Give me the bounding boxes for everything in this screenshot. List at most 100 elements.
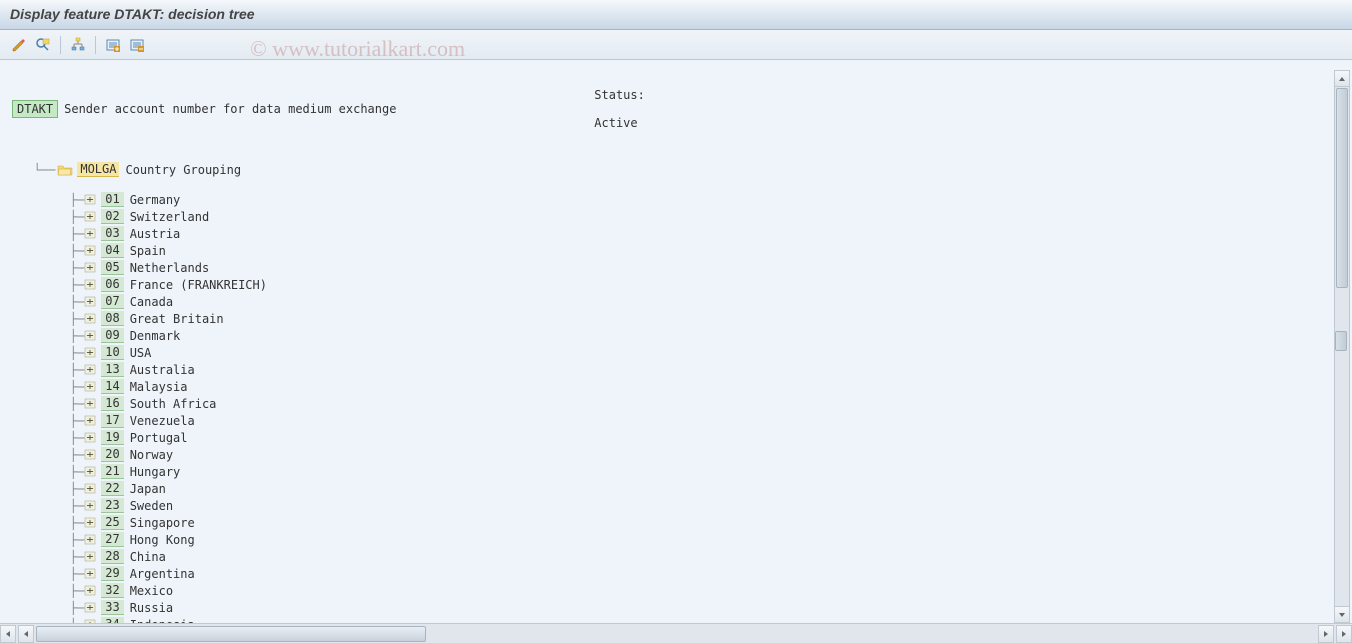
country-name: Portugal	[130, 431, 188, 445]
country-code: 05	[101, 260, 123, 275]
tree-connector: ├─	[12, 448, 84, 462]
country-node[interactable]: ├─20Norway	[8, 446, 1334, 463]
country-node[interactable]: ├─13Australia	[8, 361, 1334, 378]
pencil-glasses-icon	[11, 37, 27, 53]
detail-view-button[interactable]	[32, 34, 54, 56]
tree-connector: ├─	[12, 261, 84, 275]
country-name: Austria	[130, 227, 181, 241]
country-node[interactable]: ├─27Hong Kong	[8, 531, 1334, 548]
country-node[interactable]: ├─17Venezuela	[8, 412, 1334, 429]
expand-icon[interactable]	[84, 262, 98, 274]
country-code: 07	[101, 294, 123, 309]
scroll-right-button[interactable]	[1318, 625, 1334, 643]
tree-connector: ├─	[12, 244, 84, 258]
scroll-left-button[interactable]	[0, 625, 16, 643]
hierarchy-button[interactable]	[67, 34, 89, 56]
expand-subtree-icon	[105, 37, 121, 53]
expand-subtree-button[interactable]	[102, 34, 124, 56]
country-name: Singapore	[130, 516, 195, 530]
country-node[interactable]: ├─10USA	[8, 344, 1334, 361]
country-code: 10	[101, 345, 123, 360]
scroll-thumb-vertical[interactable]	[1336, 88, 1348, 288]
country-node[interactable]: ├─06France (FRANKREICH)	[8, 276, 1334, 293]
country-code: 09	[101, 328, 123, 343]
country-node[interactable]: ├─32Mexico	[8, 582, 1334, 599]
expand-icon[interactable]	[84, 313, 98, 325]
tree-root[interactable]: DTAKT Sender account number for data med…	[8, 70, 1334, 148]
country-name: China	[130, 550, 166, 564]
horizontal-scrollbar[interactable]	[0, 623, 1352, 643]
content-area: DTAKT Sender account number for data med…	[0, 60, 1352, 623]
country-node[interactable]: ├─29Argentina	[8, 565, 1334, 582]
expand-icon[interactable]	[84, 585, 98, 597]
expand-icon[interactable]	[84, 279, 98, 291]
expand-icon[interactable]	[84, 449, 98, 461]
toggle-edit-button[interactable]	[8, 34, 30, 56]
expand-icon[interactable]	[84, 398, 98, 410]
country-node[interactable]: ├─33Russia	[8, 599, 1334, 616]
scroll-thumb-horizontal[interactable]	[36, 626, 426, 642]
country-node[interactable]: ├─09Denmark	[8, 327, 1334, 344]
scroll-grip[interactable]	[1335, 331, 1347, 351]
expand-icon[interactable]	[84, 211, 98, 223]
expand-icon[interactable]	[84, 228, 98, 240]
status: Status: Active	[536, 74, 644, 144]
toolbar	[0, 30, 1352, 60]
country-name: Russia	[130, 601, 173, 615]
tree-connector: ├─	[12, 414, 84, 428]
scroll-down-button[interactable]	[1335, 606, 1349, 622]
country-node[interactable]: ├─28China	[8, 548, 1334, 565]
country-node[interactable]: ├─22Japan	[8, 480, 1334, 497]
country-code: 28	[101, 549, 123, 564]
country-node[interactable]: ├─01Germany	[8, 191, 1334, 208]
country-node[interactable]: ├─03Austria	[8, 225, 1334, 242]
country-node[interactable]: ├─ 05 Netherlands	[8, 259, 1334, 276]
decision-tree-panel: DTAKT Sender account number for data med…	[8, 70, 1334, 623]
country-node[interactable]: ├─14Malaysia	[8, 378, 1334, 395]
country-node[interactable]: ├─07Canada	[8, 293, 1334, 310]
country-node[interactable]: ├─02Switzerland	[8, 208, 1334, 225]
expand-icon[interactable]	[84, 415, 98, 427]
country-name: Hong Kong	[130, 533, 195, 547]
country-node[interactable]: ├─34Indonesia	[8, 616, 1334, 623]
expand-icon[interactable]	[84, 483, 98, 495]
expand-icon[interactable]	[84, 500, 98, 512]
country-name: Netherlands	[130, 261, 209, 275]
scroll-up-button[interactable]	[1335, 71, 1349, 87]
country-node[interactable]: ├─16South Africa	[8, 395, 1334, 412]
scroll-track-horizontal[interactable]	[34, 625, 1318, 643]
scroll-right-button-2[interactable]	[1336, 625, 1352, 643]
country-node[interactable]: ├─25Singapore	[8, 514, 1334, 531]
expand-icon[interactable]	[84, 551, 98, 563]
country-node[interactable]: ├─08Great Britain	[8, 310, 1334, 327]
expand-icon[interactable]	[84, 364, 98, 376]
expand-icon[interactable]	[84, 347, 98, 359]
expand-icon[interactable]	[84, 330, 98, 342]
group-code: MOLGA	[77, 162, 119, 177]
expand-icon[interactable]	[84, 568, 98, 580]
expand-icon[interactable]	[84, 602, 98, 614]
country-node[interactable]: ├─04Spain	[8, 242, 1334, 259]
expand-icon[interactable]	[84, 296, 98, 308]
chevron-right-icon	[1322, 630, 1330, 638]
tree-connector: ├─	[12, 516, 84, 530]
expand-icon[interactable]	[84, 517, 98, 529]
country-code: 23	[101, 498, 123, 513]
expand-icon[interactable]	[84, 432, 98, 444]
collapse-subtree-button[interactable]	[126, 34, 148, 56]
expand-icon[interactable]	[84, 466, 98, 478]
vertical-scrollbar[interactable]	[1334, 70, 1350, 623]
country-name: France (FRANKREICH)	[130, 278, 267, 292]
country-name: Malaysia	[130, 380, 188, 394]
expand-icon[interactable]	[84, 534, 98, 546]
scroll-left-button-2[interactable]	[18, 625, 34, 643]
country-node[interactable]: ├─23Sweden	[8, 497, 1334, 514]
expand-icon[interactable]	[84, 381, 98, 393]
country-name: Norway	[130, 448, 173, 462]
country-code: 16	[101, 396, 123, 411]
expand-icon[interactable]	[84, 194, 98, 206]
country-node[interactable]: ├─19Portugal	[8, 429, 1334, 446]
group-node[interactable]: └── MOLGA Country Grouping	[8, 160, 1334, 179]
country-node[interactable]: ├─21Hungary	[8, 463, 1334, 480]
expand-icon[interactable]	[84, 245, 98, 257]
